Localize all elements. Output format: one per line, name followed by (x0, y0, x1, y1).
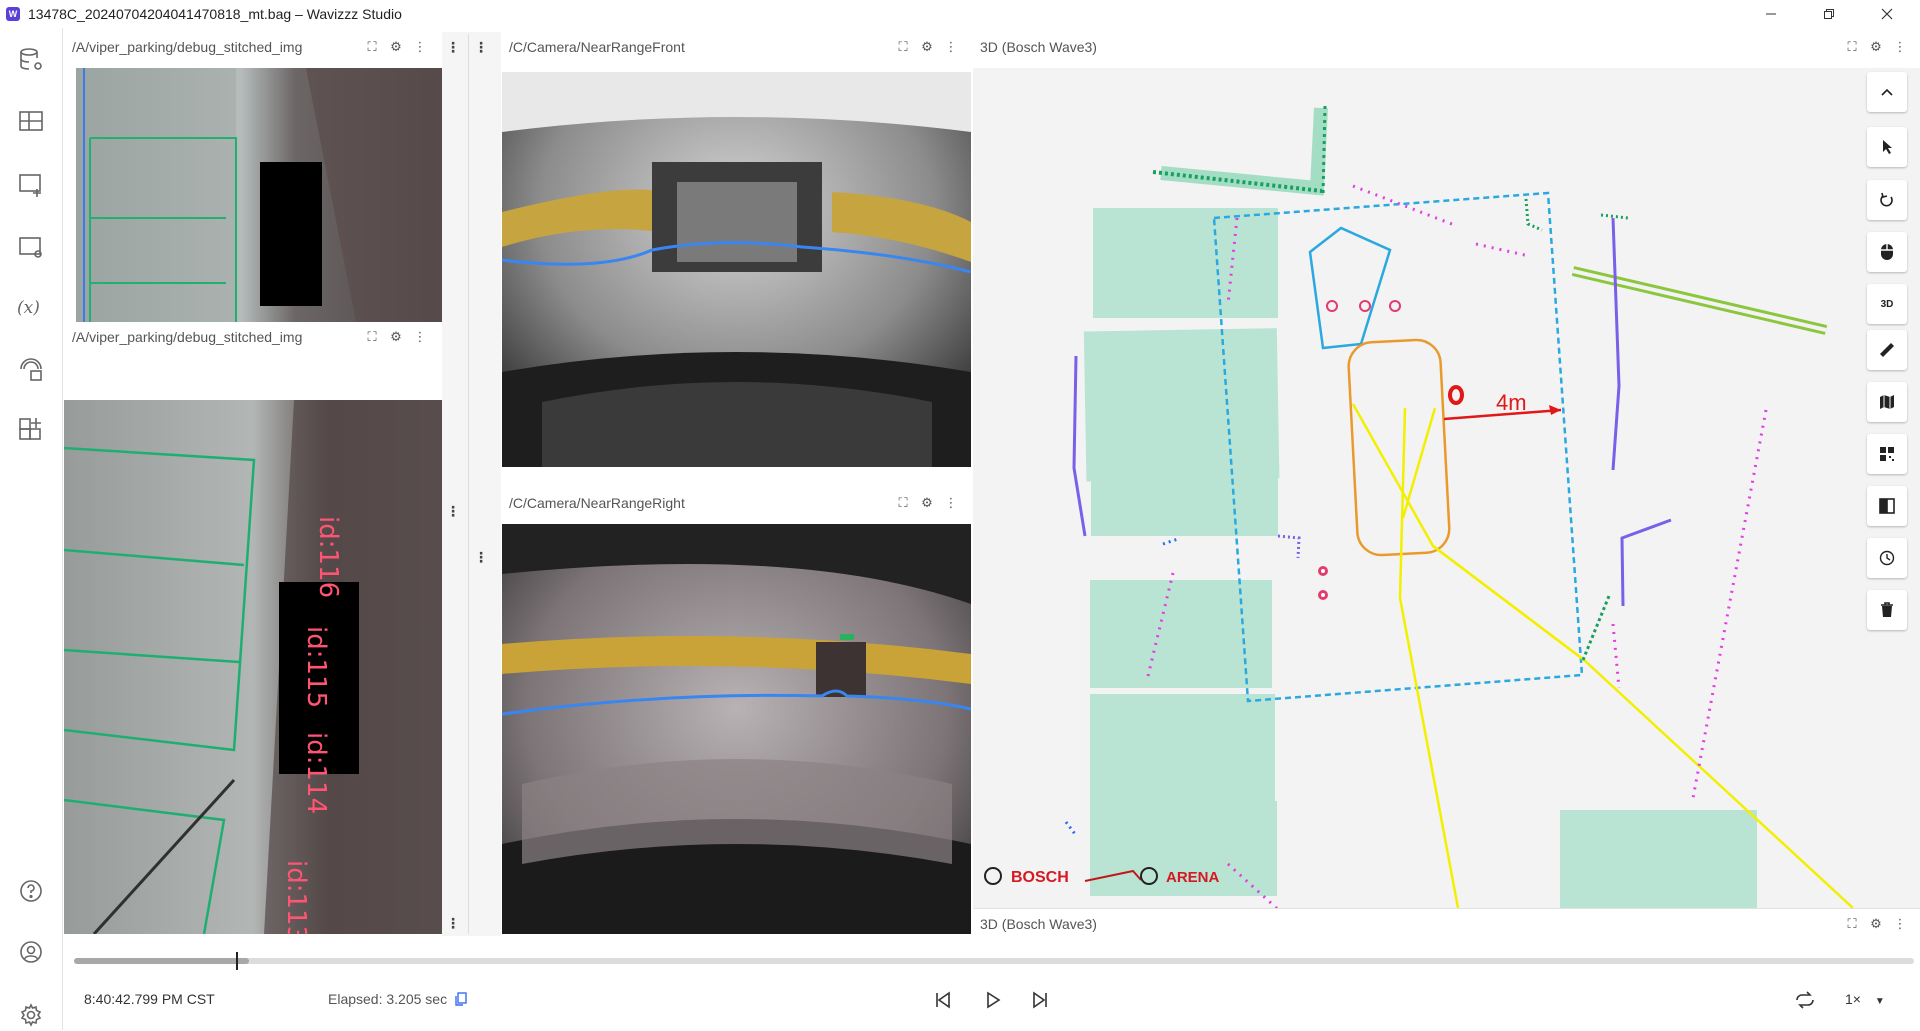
more-options-icon[interactable]: ⋮ (446, 38, 460, 56)
fullscreen-icon[interactable]: ⛶ (894, 494, 912, 512)
panel-title: 3D (Bosch Wave3) (980, 39, 1097, 55)
loop-button[interactable] (1790, 986, 1820, 1014)
map-icon[interactable] (1867, 382, 1907, 422)
gear-icon[interactable]: ⚙ (1867, 915, 1885, 933)
elapsed-time: Elapsed: 3.205 sec (328, 991, 467, 1009)
more-options-icon[interactable]: ⋮ (1891, 915, 1909, 933)
playback-timestamp: 8:40:42.799 PM CST (84, 991, 215, 1007)
panel-settings-icon[interactable] (15, 231, 47, 263)
overlay-id-116: id:116 (313, 516, 343, 598)
rotate-icon[interactable] (1867, 180, 1907, 220)
select-icon[interactable] (1867, 127, 1907, 167)
minimize-button[interactable] (1748, 0, 1794, 28)
right-camera-view (502, 524, 971, 934)
settings-icon[interactable] (15, 999, 47, 1031)
panel-title: 3D (Bosch Wave3) (980, 916, 1097, 932)
play-button[interactable] (978, 986, 1008, 1014)
data-source-icon[interactable] (15, 44, 47, 76)
app-logo-icon: W (6, 7, 20, 21)
stitched-image-view-top (76, 68, 442, 322)
more-options-icon[interactable]: ⋮ (474, 38, 488, 56)
collapse-toolbar-button[interactable] (1867, 72, 1907, 112)
more-options-icon[interactable]: ⋮ (1891, 38, 1909, 56)
gear-icon[interactable]: ⚙ (387, 328, 405, 346)
3d-toggle-button[interactable]: 3D (1867, 284, 1907, 324)
skip-forward-button[interactable] (1025, 986, 1055, 1014)
distance-label: 4m (1496, 390, 1527, 415)
panel-header: 3D (Bosch Wave3) ⛶ ⚙ ⋮ (973, 909, 1920, 938)
svg-text:(𝑥): (𝑥) (17, 298, 40, 318)
fullscreen-icon[interactable]: ⛶ (1843, 915, 1861, 933)
chevron-down-icon: ▼ (1874, 996, 1885, 1007)
compare-icon[interactable] (1867, 486, 1907, 526)
help-icon[interactable] (15, 875, 47, 907)
overlay-id-113: id:113 (281, 860, 311, 934)
panel-title: /A/viper_parking/debug_stitched_img (72, 329, 303, 345)
close-button[interactable] (1864, 0, 1910, 28)
fullscreen-icon[interactable]: ⛶ (1843, 38, 1861, 56)
stitched-image-panel-bottom: /A/viper_parking/debug_stitched_img ⛶ ⚙ … (64, 322, 442, 934)
panel-title: /C/Camera/NearRangeFront (509, 39, 685, 55)
panel-gutter (442, 32, 501, 936)
more-options-icon[interactable]: ⋮ (942, 38, 960, 56)
timeline-handle[interactable] (236, 952, 238, 970)
panel-header: /A/viper_parking/debug_stitched_img ⛶ ⚙ … (64, 322, 442, 352)
timeline-buffered (74, 958, 249, 964)
fullscreen-icon[interactable]: ⛶ (894, 38, 912, 56)
stitched-image-panel-top: /A/viper_parking/debug_stitched_img ⛶ ⚙ … (64, 32, 442, 322)
window-title: 13478C_20240704204041470818_mt.bag – Wav… (28, 6, 402, 22)
panel-header: /A/viper_parking/debug_stitched_img ⛶ ⚙ … (64, 32, 442, 62)
add-panel-icon[interactable] (15, 168, 47, 200)
ruler-icon[interactable] (1867, 330, 1907, 370)
panel-title: /A/viper_parking/debug_stitched_img (72, 39, 303, 55)
fullscreen-icon[interactable]: ⛶ (363, 328, 381, 346)
gear-icon[interactable]: ⚙ (1867, 38, 1885, 56)
playback-speed-select[interactable]: 1× ▼ (1845, 991, 1885, 1007)
panel-header: 3D (Bosch Wave3) ⛶ ⚙ ⋮ (973, 32, 1920, 62)
arena-logo: ARENA (1166, 869, 1220, 886)
gear-icon[interactable]: ⚙ (918, 38, 936, 56)
title-bar: W 13478C_20240704204041470818_mt.bag – W… (0, 0, 1920, 28)
more-options-icon[interactable]: ⋮ (942, 494, 960, 512)
fullscreen-icon[interactable]: ⛶ (363, 38, 381, 56)
delete-icon[interactable] (1867, 590, 1907, 630)
elapsed-label: Elapsed: 3.205 sec (328, 991, 448, 1007)
gear-icon[interactable]: ⚙ (918, 494, 936, 512)
front-camera-panel: /C/Camera/NearRangeFront ⛶ ⚙ ⋮ (501, 32, 971, 472)
copy-icon[interactable] (455, 992, 467, 1009)
panel-header: /C/Camera/NearRangeFront ⛶ ⚙ ⋮ (501, 32, 971, 62)
history-icon[interactable] (1867, 538, 1907, 578)
overlay-id-114: id:114 (301, 732, 331, 814)
left-rail: (𝑥) (0, 28, 63, 1030)
restore-button[interactable] (1806, 0, 1852, 28)
skip-back-button[interactable] (928, 986, 958, 1014)
panel-title: /C/Camera/NearRangeRight (509, 495, 685, 511)
splitter[interactable] (468, 34, 469, 934)
parking-slots (1083, 208, 1757, 908)
qr-icon[interactable] (1867, 434, 1907, 474)
account-icon[interactable] (15, 936, 47, 968)
stitched-image-view-bottom: id:116 id:115 id:114 id:113 (64, 400, 442, 934)
layout-grid-icon[interactable] (15, 105, 47, 137)
more-options-icon[interactable]: ⋮ (446, 914, 460, 932)
3d-view-panel-bottom: 3D (Bosch Wave3) ⛶ ⚙ ⋮ (973, 908, 1920, 938)
timeline-scrubber[interactable] (74, 952, 1914, 970)
speed-value: 1× (1845, 991, 1861, 1007)
more-options-icon[interactable]: ⋮ (446, 502, 460, 520)
overlay-id-115: id:115 (301, 626, 331, 708)
right-camera-panel: /C/Camera/NearRangeRight ⛶ ⚙ ⋮ (501, 488, 971, 934)
mouse-icon[interactable] (1867, 232, 1907, 272)
more-options-icon[interactable]: ⋮ (411, 38, 429, 56)
gear-icon[interactable]: ⚙ (387, 38, 405, 56)
variables-icon[interactable]: (𝑥) (15, 291, 47, 323)
3d-canvas[interactable]: 4m BOSCH ARENA (973, 68, 1920, 908)
bosch-logo: BOSCH (1011, 869, 1069, 886)
front-camera-view (502, 72, 971, 467)
3d-view-panel: 3D (Bosch Wave3) ⛶ ⚙ ⋮ 4m BOSCH ARENA 3D (973, 32, 1920, 908)
more-options-icon[interactable]: ⋮ (411, 328, 429, 346)
panel-header: /C/Camera/NearRangeRight ⛶ ⚙ ⋮ (501, 488, 971, 518)
extensions-icon[interactable] (15, 353, 47, 385)
more-options-icon[interactable]: ⋮ (474, 548, 488, 566)
add-widget-icon[interactable] (15, 414, 47, 446)
